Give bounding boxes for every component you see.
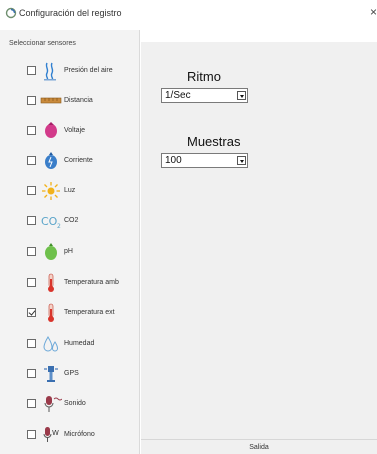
sensor-label: Luz [64, 187, 76, 194]
svg-text:CO: CO [41, 215, 58, 228]
sensor-label: Distancia [64, 97, 93, 104]
sensor-row-distance[interactable]: Distancia [27, 91, 139, 113]
settings-panel [141, 42, 377, 454]
sensor-row-current[interactable]: Corriente [27, 151, 139, 173]
sensor-label: Temperatura ext [64, 309, 115, 316]
sensor-row-voltage[interactable]: Voltaje [27, 121, 139, 143]
sensor-checkbox[interactable] [27, 66, 36, 75]
sensor-label: Corriente [64, 157, 93, 164]
samples-label: Muestras [187, 134, 241, 149]
samples-select[interactable]: 100 [161, 153, 248, 168]
close-button[interactable]: × [367, 5, 377, 19]
sensor-label: GPS [64, 370, 79, 377]
sensor-row-microphone[interactable]: W Micrófono [27, 425, 139, 447]
sensor-label: Micrófono [64, 431, 95, 438]
ph-icon [45, 243, 57, 260]
sensor-label: pH [64, 248, 73, 255]
sensor-checkbox[interactable] [27, 339, 36, 348]
sensor-checkbox[interactable] [27, 247, 36, 256]
light-icon [42, 182, 60, 200]
chevron-down-icon[interactable] [237, 156, 246, 165]
sound-icon [44, 396, 62, 412]
sensor-row-gps[interactable]: GPS [27, 364, 139, 386]
pressure-icon [44, 62, 56, 81]
current-icon [45, 152, 57, 169]
distance-icon [40, 97, 62, 104]
sensor-row-temp-ext[interactable]: Temperatura ext [27, 303, 139, 325]
sensor-checkbox[interactable] [27, 216, 36, 225]
sensor-row-co2[interactable]: CO 2 CO2 [27, 211, 139, 233]
sensor-checkbox[interactable] [27, 186, 36, 195]
chevron-down-icon[interactable] [237, 91, 246, 100]
sensor-checkbox[interactable] [27, 278, 36, 287]
window-title: Configuración del registro [19, 8, 122, 18]
rate-label: Ritmo [187, 69, 221, 84]
sensor-checkbox[interactable] [27, 156, 36, 165]
sensor-label: Presión del aire [64, 67, 113, 74]
humidity-icon [43, 336, 59, 352]
sensor-label: Voltaje [64, 127, 86, 134]
sensor-row-temp-amb[interactable]: Temperatura amb [27, 273, 139, 295]
sensor-checkbox[interactable] [27, 399, 36, 408]
sensor-row-pressure[interactable]: Presión del aire [27, 61, 139, 83]
sensor-label: Humedad [64, 340, 95, 347]
co2-icon: CO 2 [41, 215, 61, 230]
sensor-checkbox[interactable] [27, 430, 36, 439]
microphone-icon: W [43, 427, 59, 442]
app-icon [5, 7, 17, 19]
exit-button[interactable]: Salida [141, 439, 377, 454]
voltage-icon [45, 122, 57, 138]
sensor-checkbox[interactable] [27, 126, 36, 135]
svg-text:2: 2 [57, 223, 61, 230]
sensor-row-sound[interactable]: Sonido [27, 394, 139, 416]
sensor-row-humidity[interactable]: Humedad [27, 334, 139, 356]
samples-value: 100 [165, 155, 182, 166]
sensor-list-heading: Seleccionar sensores [9, 40, 76, 47]
sensor-checkbox[interactable] [27, 369, 36, 378]
gps-icon [44, 366, 58, 382]
thermometer-icon [48, 273, 54, 292]
thermometer-icon [48, 303, 54, 322]
sensor-checkbox[interactable] [27, 96, 36, 105]
rate-select[interactable]: 1/Sec [161, 88, 248, 103]
title-bar: Configuración del registro × [0, 0, 377, 30]
sensor-checkbox[interactable] [27, 308, 36, 317]
sensor-row-ph[interactable]: pH [27, 242, 139, 264]
sensor-label: Temperatura amb [64, 279, 119, 286]
sensor-row-light[interactable]: Luz [27, 181, 139, 203]
svg-text:W: W [52, 429, 59, 437]
sensor-label: CO2 [64, 217, 79, 224]
sensor-label: Sonido [64, 400, 86, 407]
rate-value: 1/Sec [165, 90, 191, 101]
